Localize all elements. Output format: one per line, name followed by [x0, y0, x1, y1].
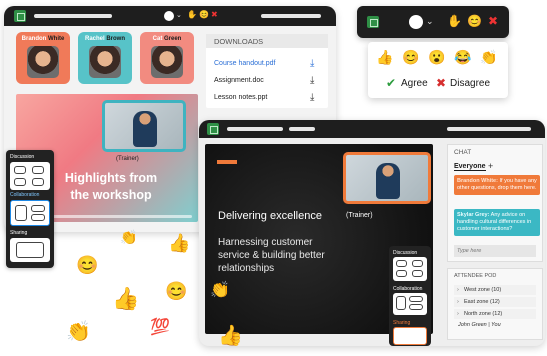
thumbs-up-icon: 👍 [218, 325, 243, 347]
raise-hand-icon[interactable]: ✋ [447, 15, 462, 27]
smile-icon[interactable]: 😊 [467, 15, 482, 27]
surprised-icon[interactable]: 😮 [428, 50, 445, 64]
tab-everyone[interactable]: Everyone [454, 163, 486, 171]
breakout-panel: Discussion Collaboration Sharing [389, 246, 431, 346]
sharing-label: Sharing [393, 320, 411, 326]
status-dot[interactable] [164, 11, 174, 21]
trainer-video[interactable] [343, 152, 431, 204]
title-pill [34, 14, 112, 18]
thumbs-up-icon: 👍 [112, 286, 140, 311]
chat-message: Skylar Grey: Any advice on handling cult… [454, 209, 540, 236]
add-tab-button[interactable]: + [488, 161, 493, 171]
reaction-toolbar: ⌄ ✋ 😊 ✖ [357, 6, 509, 38]
chat-title: CHAT [454, 149, 472, 156]
sharing-group[interactable] [393, 327, 427, 345]
raise-hand-icon[interactable]: ✋ [187, 11, 197, 19]
participant-card[interactable]: Rachel Brown [78, 32, 132, 84]
right-pill [261, 14, 321, 18]
participant-card[interactable]: Brandon White [16, 32, 70, 84]
trainer-photo [376, 163, 400, 199]
chat-panel: CHAT Everyone + Brandon White: If you ha… [447, 144, 543, 262]
downloads-panel: DOWNLOADS Course handout.pdf ⤓ Assignmen… [206, 34, 328, 108]
status-dot[interactable] [409, 15, 423, 29]
clap-icon: 👏 [66, 321, 91, 343]
collaboration-label: Collaboration [10, 192, 40, 198]
app-grid-icon[interactable] [367, 16, 379, 28]
zone-north[interactable]: North zone (12) [454, 309, 536, 319]
hundred-icon: 💯 [150, 319, 170, 336]
reactions-panel: 👍 😊 😮 😂 👏 ✔ Agree ✖ Disagree [368, 42, 508, 98]
collaboration-group[interactable] [10, 200, 50, 226]
clap-icon: 👏 [210, 282, 230, 299]
disagree-button[interactable]: Disagree [450, 78, 490, 89]
pod-title: ATTENDEE POD [454, 273, 497, 279]
smile-icon: 😊 [165, 281, 188, 301]
avatar [89, 46, 121, 78]
file-link[interactable]: Assignment.doc [214, 77, 264, 84]
zone-east[interactable]: East zone (12) [454, 297, 536, 307]
trainer-photo [133, 111, 157, 147]
discussion-group[interactable] [10, 162, 50, 190]
top-bar: ⌄ ✋ 😊 ✖ [4, 6, 336, 26]
thumbs-up-icon: 👍 [168, 233, 191, 253]
thumbs-up-icon[interactable]: 👍 [376, 50, 393, 64]
smile-icon: 😊 [76, 255, 99, 275]
smile-icon[interactable]: 😊 [402, 50, 419, 64]
chevron-down-icon[interactable]: ⌄ [176, 12, 182, 19]
attendee-pod: ATTENDEE POD West zone (10) East zone (1… [447, 268, 543, 340]
pod-member: John Green | You [458, 322, 501, 328]
close-icon[interactable]: ✖ [211, 11, 218, 19]
download-icon[interactable]: ⤓ [310, 76, 320, 86]
title-pill-short [289, 127, 315, 131]
trainer-label: (Trainer) [116, 156, 139, 162]
download-icon[interactable]: ⤓ [310, 59, 320, 69]
discussion-group[interactable] [393, 257, 427, 281]
sharing-group[interactable] [10, 238, 50, 262]
app-grid-icon[interactable] [14, 10, 26, 22]
check-icon[interactable]: ✔ [386, 77, 396, 89]
trainer-label: (Trainer) [346, 212, 373, 219]
laugh-icon[interactable]: 😂 [454, 50, 471, 64]
presentation-window: (Trainer) Delivering excellence Harnessi… [199, 120, 545, 346]
collaboration-group[interactable] [393, 293, 427, 315]
participant-card[interactable]: Cat Green [140, 32, 194, 84]
close-icon[interactable]: ✖ [488, 15, 498, 27]
download-icon[interactable]: ⤓ [310, 93, 320, 103]
file-link[interactable]: Course handout.pdf [214, 60, 276, 67]
chat-input[interactable]: Type here [454, 245, 536, 257]
title-pill [227, 127, 283, 131]
discussion-label: Discussion [393, 250, 418, 256]
breakout-side-panel: Discussion Collaboration Sharing [6, 150, 54, 268]
discussion-label: Discussion [10, 154, 35, 160]
slide-title: Delivering excellence [218, 210, 322, 222]
sharing-label: Sharing [10, 230, 28, 236]
collaboration-label: Collaboration [393, 286, 423, 292]
clap-icon[interactable]: 👏 [480, 50, 497, 64]
downloads-title: DOWNLOADS [214, 37, 264, 46]
clap-icon: 👏 [120, 229, 138, 245]
agree-button[interactable]: Agree [401, 78, 428, 89]
file-link[interactable]: Lesson notes.ppt [214, 94, 267, 101]
right-pill [447, 127, 531, 131]
cross-icon[interactable]: ✖ [436, 77, 446, 89]
slide-headline: Highlights from the workshop [64, 171, 158, 202]
slide-accent [217, 160, 237, 164]
avatar [151, 46, 183, 78]
avatar [27, 46, 59, 78]
smile-icon[interactable]: 😊 [199, 11, 209, 19]
chevron-down-icon[interactable]: ⌄ [426, 17, 434, 26]
trainer-video[interactable] [102, 100, 186, 152]
zone-west[interactable]: West zone (10) [454, 285, 536, 295]
chat-message: Brandon White: If you have any other que… [454, 175, 540, 195]
slide-subtitle: Harnessing customer service & building b… [218, 237, 325, 274]
top-bar [199, 120, 545, 138]
app-grid-icon[interactable] [207, 123, 219, 135]
